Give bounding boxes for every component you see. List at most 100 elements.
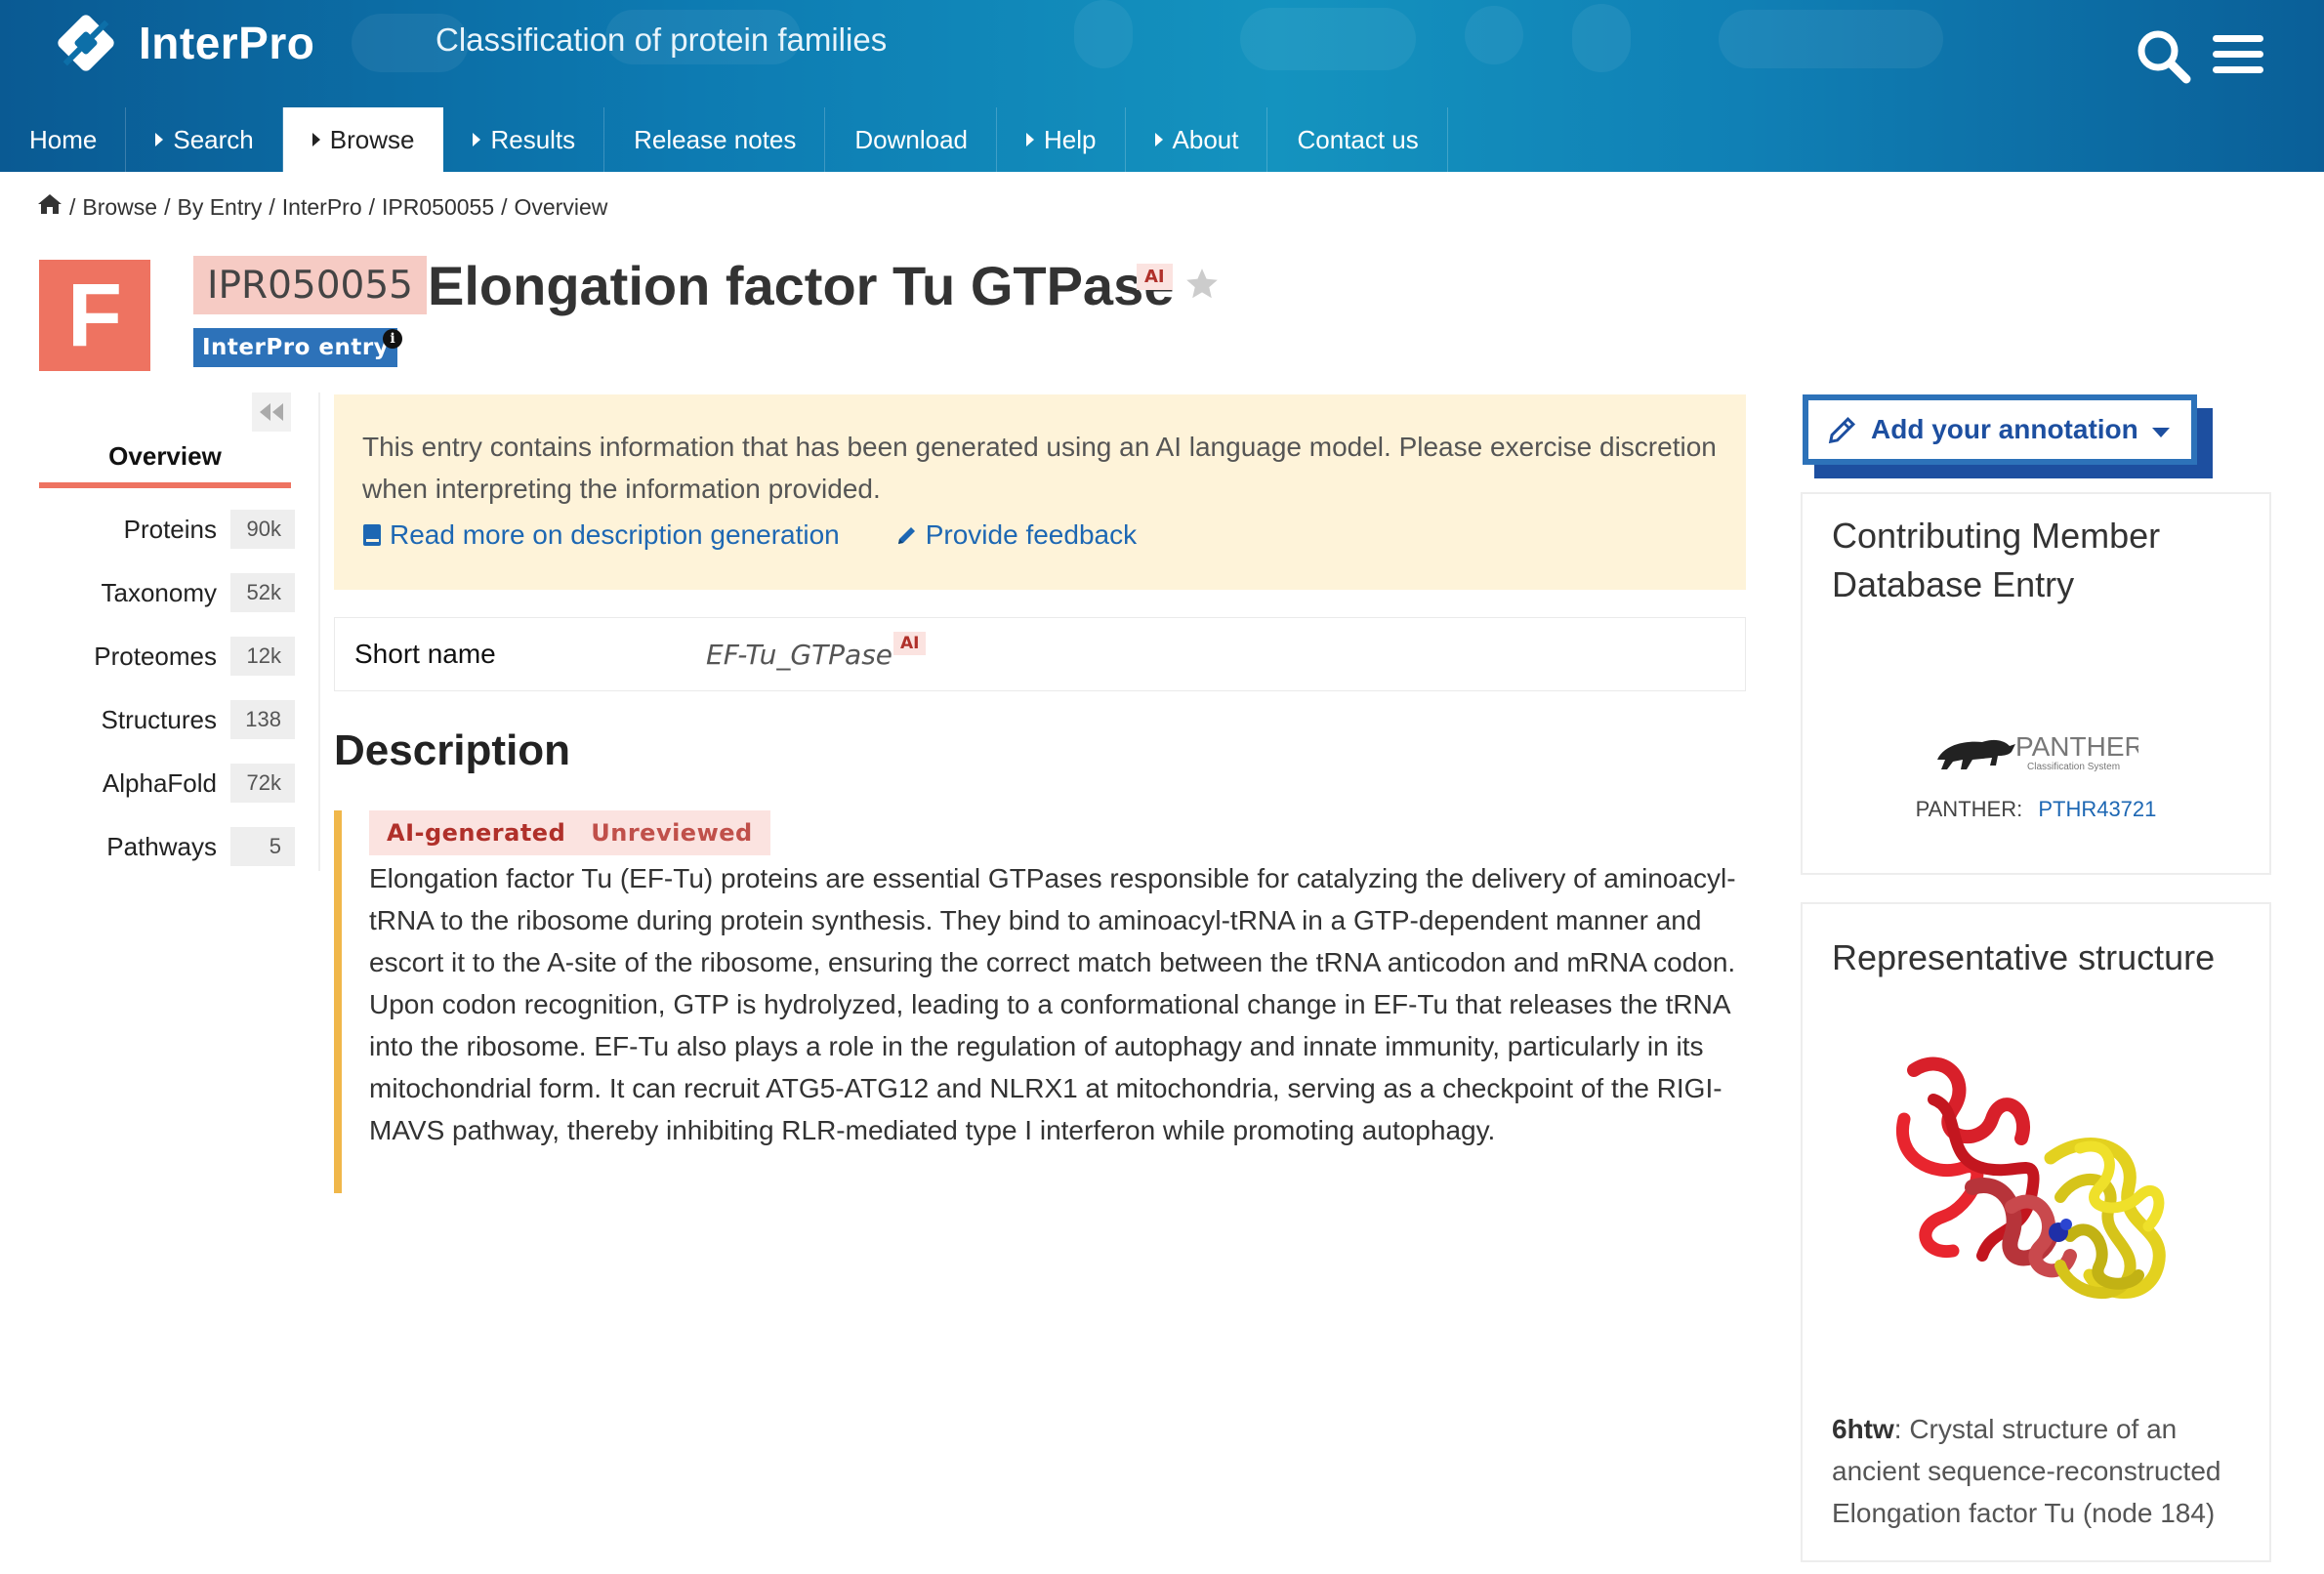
provide-feedback-link[interactable]: Provide feedback [896,519,1137,551]
sidebar-item-pathways[interactable]: Pathways 5 [39,827,295,866]
add-annotation-button[interactable]: Add your annotation [1803,394,2197,465]
member-db-name: PANTHER: [1915,797,2023,821]
caret-right-icon [473,133,481,146]
nav-item-label: Browse [329,124,415,154]
nav-item-label: Release notes [634,124,797,154]
sidebar-item-label: Taxonomy [101,577,218,607]
structure-pdb-link[interactable]: 6htw [1832,1414,1894,1444]
add-annotation-label: Add your annotation [1871,414,2138,444]
sidebar-item-taxonomy[interactable]: Taxonomy 52k [39,573,295,612]
collapse-sidebar-button[interactable] [252,393,291,432]
caret-right-icon [155,133,164,146]
sidebar-item-count: 5 [230,827,295,866]
ai-notice-text: This entry contains information that has… [362,432,1717,504]
breadcrumb-interpro[interactable]: InterPro [282,194,362,221]
nav-item-download[interactable]: Download [825,107,998,172]
sidebar-item-label: Proteomes [94,641,217,671]
nav-item-label: About [1172,124,1239,154]
short-name-ai-badge: AI [893,632,927,655]
book-icon [363,524,381,546]
svg-text:Classification System: Classification System [2027,762,2120,772]
panther-logo[interactable]: PANTHER Classification System [1933,726,2144,777]
member-db-title: Contributing Member Database Entry [1832,516,2161,604]
page-title: Elongation factor Tu GTPase [428,255,1175,316]
nav-item-label: Help [1044,124,1097,154]
member-db-card: Contributing Member Database Entry PANTH… [1801,492,2271,875]
pencil-icon [897,527,915,544]
nav-item-browse[interactable]: Browse [282,107,444,172]
unreviewed-badge: Unreviewed [591,819,753,847]
caret-right-icon [1026,133,1035,146]
read-more-link[interactable]: Read more on description generation [362,519,840,551]
main-nav: Home Search Browse Results Release notes Down… [0,107,1448,172]
description-tags: AI-generated Unreviewed [369,810,770,855]
sidebar-item-overview[interactable]: Overview [39,441,291,472]
member-db-entry: PANTHER: PTHR43721 [1803,797,2269,822]
sidebar-item-proteins[interactable]: Proteins 90k [39,510,295,549]
entry-accession: IPR050055 [193,256,427,314]
nav-item-results[interactable]: Results [443,107,605,172]
ai-generated-badge: AI-generated [387,819,566,847]
nav-item-label: Search [173,124,254,154]
double-chevron-left-icon [260,403,283,421]
nav-item-release-notes[interactable]: Release notes [604,107,826,172]
ai-notice-callout: This entry contains information that has… [334,394,1746,590]
nav-item-label: Home [29,124,98,154]
sidebar-item-count: 72k [230,764,295,803]
interpro-logo-icon [51,8,121,78]
search-icon[interactable] [2135,27,2193,86]
breadcrumb-by-entry[interactable]: By Entry [177,194,262,221]
sidebar-item-label: AlphaFold [102,767,217,798]
breadcrumb-browse[interactable]: Browse [82,194,157,221]
site-header: InterPro Classification of protein famil… [0,0,2324,172]
short-name-row: Short name EF-Tu_GTPase AI [334,617,1746,691]
site-tagline: Classification of protein families [436,21,888,58]
nav-item-contact-us[interactable]: Contact us [1267,107,1448,172]
entry-type-label: InterPro entry [193,328,398,367]
sidebar-item-label: Structures [101,704,218,734]
description-text: Elongation factor Tu (EF-Tu) proteins ar… [369,863,1736,1145]
caret-right-icon [311,133,320,146]
nav-item-label: Download [854,124,969,154]
logo-text: InterPro [139,18,315,68]
interpro-logo[interactable]: InterPro [51,4,314,82]
sidebar-active-indicator [39,482,291,488]
title-ai-badge: AI [1137,264,1173,290]
sidebar-item-count: 12k [230,637,295,676]
sidebar-item-alphafold[interactable]: AlphaFold 72k [39,764,295,803]
nav-item-about[interactable]: About [1126,107,1268,172]
provide-feedback-label: Provide feedback [925,519,1138,550]
sidebar-item-label: Proteins [123,514,217,544]
sidebar-item-count: 138 [230,700,295,739]
nav-item-home[interactable]: Home [0,107,127,172]
member-db-accession-link[interactable]: PTHR43721 [2038,797,2156,821]
breadcrumb-accession[interactable]: IPR050055 [382,194,494,221]
sidebar-item-count: 90k [230,510,295,549]
nav-item-help[interactable]: Help [997,107,1126,172]
short-name-value: EF-Tu_GTPase [706,638,893,671]
description-block: AI-generated Unreviewed Elongation facto… [334,810,1746,1193]
sidebar-item-label: Pathways [106,831,217,861]
sidebar-divider [318,393,320,871]
breadcrumb-current: Overview [514,193,608,220]
sidebar-item-proteomes[interactable]: Proteomes 12k [39,637,295,676]
representative-structure-caption: 6htw: Crystal structure of an ancient se… [1832,1408,2252,1534]
nav-item-search[interactable]: Search [126,107,283,172]
menu-icon[interactable] [2209,27,2267,86]
breadcrumb: / Browse / By Entry / InterPro / IPR050055 /… [37,193,607,221]
favourite-star-icon[interactable] [1183,266,1221,303]
sidebar-item-count: 52k [230,573,295,612]
entry-type-badge: F [39,260,150,371]
pencil-icon [1828,416,1856,444]
info-icon[interactable]: i [383,329,402,349]
short-name-label: Short name [354,639,496,669]
home-icon[interactable] [37,193,62,221]
svg-text:PANTHER: PANTHER [2015,731,2138,762]
nav-item-label: Contact us [1297,124,1419,154]
nav-item-label: Results [490,124,576,154]
description-heading: Description [334,726,571,774]
sidebar-item-structures[interactable]: Structures 138 [39,700,295,739]
representative-structure-title: Representative structure [1832,937,2216,977]
caret-right-icon [1154,133,1163,146]
protein-structure-image[interactable] [1875,1041,2197,1324]
